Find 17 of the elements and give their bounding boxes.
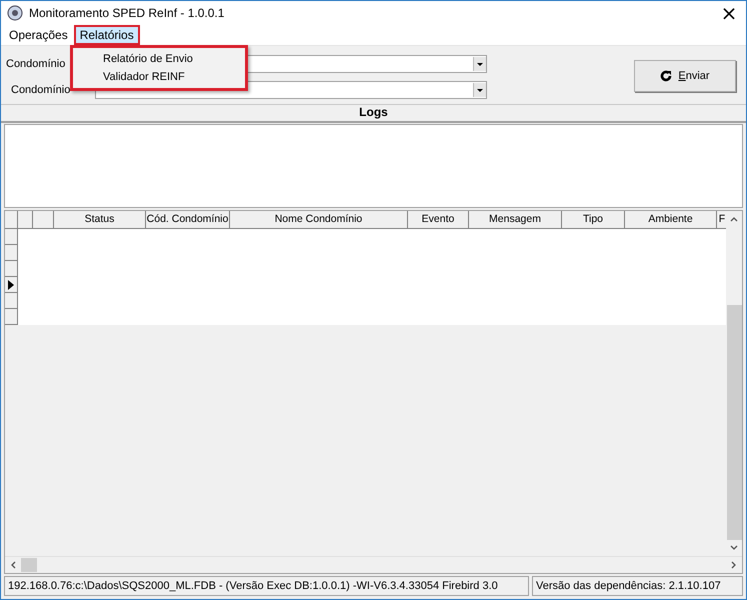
filter-label: Condomínio: [11, 84, 70, 96]
menu-item[interactable]: Operações: [3, 25, 74, 45]
menu-item[interactable]: Relatório de Envio: [73, 50, 245, 68]
close-button[interactable]: ×: [712, 1, 746, 25]
scrollbar-thumb[interactable]: [726, 305, 742, 540]
app-icon: [7, 5, 23, 21]
row-pointer-icon: [8, 280, 14, 290]
status-panel: 192.168.0.76:c:\Dados\SQS2000_ML.FDB - (Versão Exec DB:1.0.0.1) -WI-V6.3.4.33054 Firebird 3.0: [4, 576, 529, 596]
filter-label: Condomínio: [6, 58, 66, 70]
refresh-icon: [660, 70, 672, 82]
row-indicator[interactable]: [5, 277, 18, 293]
scrollbar-thumb[interactable]: [21, 558, 37, 572]
send-button[interactable]: Enviar: [634, 60, 736, 92]
window-title: Monitoramento SPED ReInf - 1.0.0.1: [29, 6, 224, 20]
menu-item[interactable]: Relatórios: [74, 25, 140, 45]
status-panel: Versão das dependências: 2.1.10.107: [532, 576, 743, 596]
menu-item[interactable]: Validador REINF: [73, 68, 245, 86]
